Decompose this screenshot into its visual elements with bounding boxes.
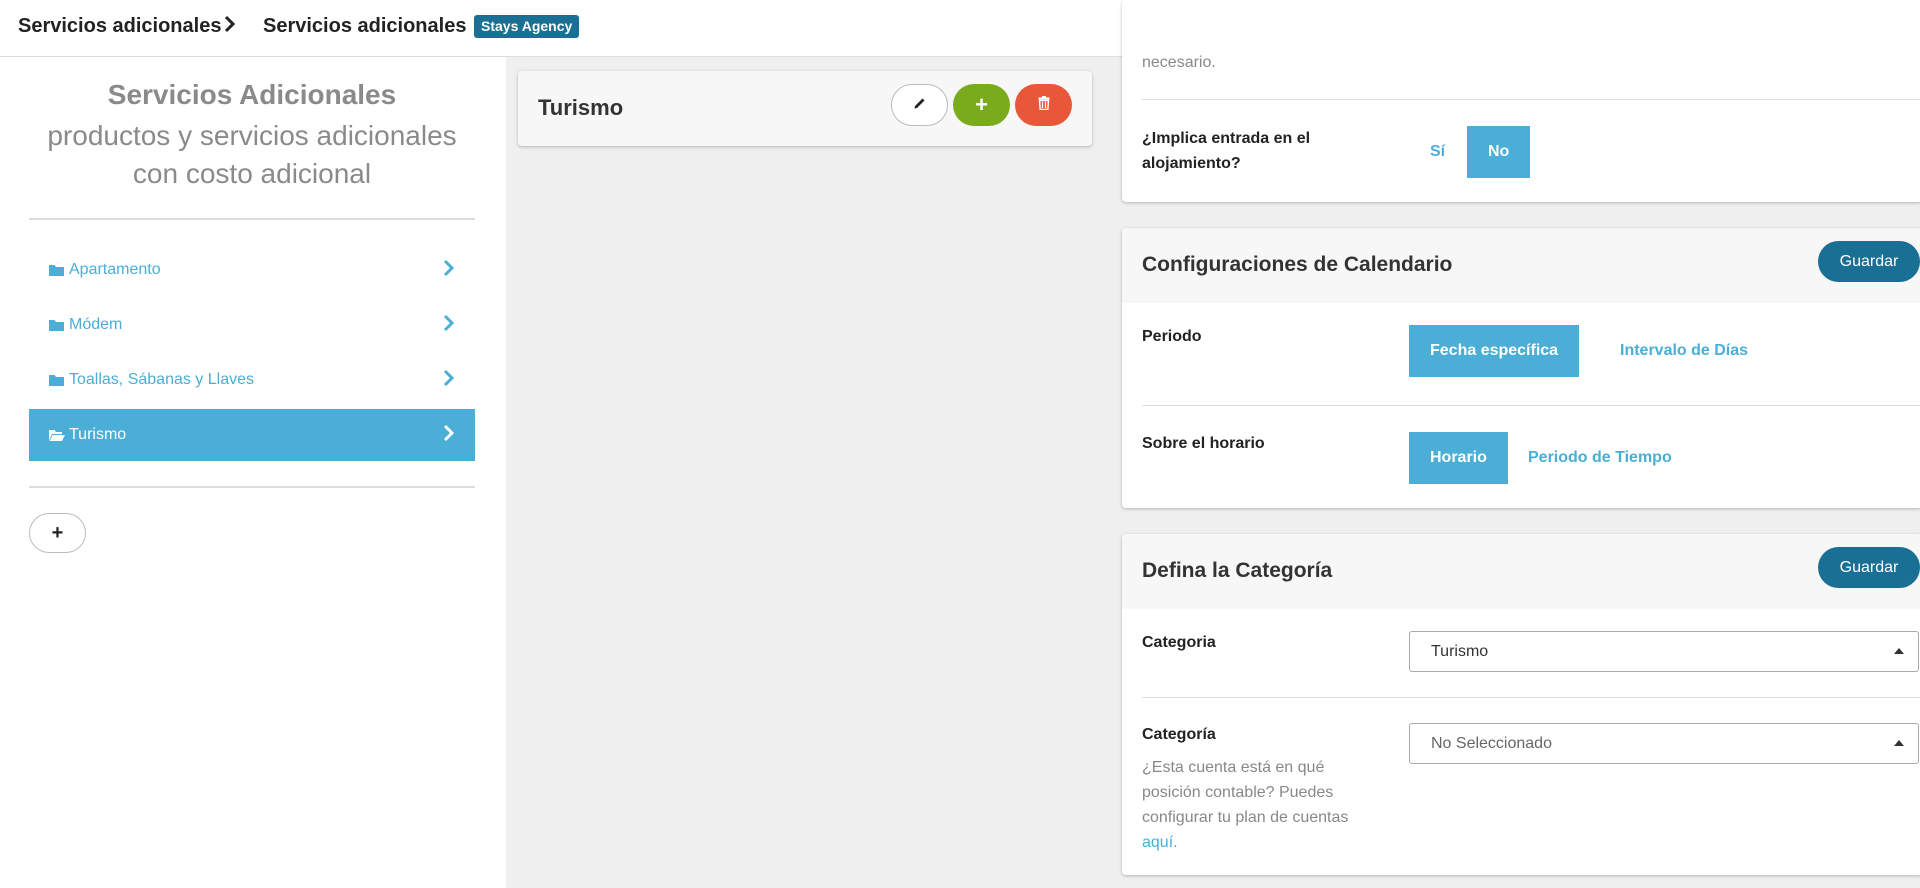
breadcrumb-item-1[interactable]: Servicios adicionales [18,15,221,38]
accounting-category-select[interactable]: No Seleccionado [1409,723,1919,764]
chevron-right-icon [443,259,455,282]
breadcrumb-separator-icon [224,15,236,39]
entry-option-no[interactable]: No [1467,126,1531,178]
selected-category-card: Turismo + [518,71,1092,146]
folder-icon [49,319,65,331]
accounting-help-body: ¿Esta cuenta está en qué posición contab… [1142,759,1349,826]
sidebar-divider [29,218,475,220]
entry-option-yes[interactable]: Sí [1409,126,1466,178]
card-header: Defina la Categoría Guardar [1122,534,1920,609]
agency-badge: Stays Agency [474,15,580,38]
plus-icon: + [975,92,988,117]
category-select[interactable]: Turismo [1409,631,1919,672]
card-title: Configuraciones de Calendario [1142,253,1453,276]
category-select-value: Turismo [1431,642,1489,660]
entry-help-fragment: necesario. [1142,54,1216,71]
save-calendar-button[interactable]: Guardar [1818,241,1920,282]
card-header: Configuraciones de Calendario Guardar [1122,228,1920,303]
row-divider [1142,99,1920,100]
accounting-select-value: No Seleccionado [1431,734,1552,752]
sidebar-item-modem[interactable]: Módem [29,299,475,351]
folder-icon [49,374,65,386]
chevron-right-icon [443,314,455,337]
selected-category-title: Turismo [538,95,624,120]
period-label: Periodo [1142,328,1202,345]
sidebar-item-turismo[interactable]: Turismo [29,409,475,461]
accounting-help-text: ¿Esta cuenta está en qué posición contab… [1142,755,1382,855]
entry-settings-card: necesario. ¿Implica entrada en el alojam… [1122,0,1920,202]
entry-question-label: ¿Implica entrada en el alojamiento? [1142,130,1311,172]
sidebar-item-label: Turismo [69,426,127,443]
categories-sidebar: Servicios Adicionales productos y servic… [0,57,506,888]
period-option-specific-date[interactable]: Fecha específica [1409,325,1580,377]
schedule-label: Sobre el horario [1142,435,1265,452]
sidebar-item-toallas[interactable]: Toallas, Sábanas y Llaves [29,354,475,406]
schedule-option-horario[interactable]: Horario [1409,432,1508,484]
trash-icon [1038,95,1050,115]
sidebar-item-label: Apartamento [69,261,161,278]
caret-up-icon [1894,740,1904,746]
category-definition-card: Defina la Categoría Guardar Categoria Tu… [1122,534,1920,875]
edit-category-button[interactable] [891,84,948,126]
row-divider [1142,697,1920,698]
caret-up-icon [1894,648,1904,654]
pencil-icon [913,96,927,115]
accounting-help-end: . [1173,834,1178,851]
save-category-button[interactable]: Guardar [1818,547,1920,588]
accounting-category-label: Categoría [1142,726,1216,743]
sidebar-item-label: Módem [69,316,123,333]
plus-icon: + [51,521,64,544]
breadcrumb-item-2[interactable]: Servicios adicionales [263,15,466,38]
sidebar-divider [29,486,475,488]
category-label: Categoria [1142,634,1216,651]
chevron-right-icon [443,424,455,447]
sidebar-subtitle: productos y servicios adicionales con co… [47,120,457,189]
add-service-button[interactable]: + [953,84,1010,126]
folder-open-icon [49,429,65,441]
calendar-config-card: Configuraciones de Calendario Guardar Pe… [1122,228,1920,508]
sidebar-title: Servicios Adicionales [107,79,397,110]
sidebar-item-apartamento[interactable]: Apartamento [29,244,475,296]
chevron-right-icon [443,369,455,392]
sidebar-item-label: Toallas, Sábanas y Llaves [69,371,254,388]
delete-category-button[interactable] [1015,84,1072,126]
schedule-option-time-period[interactable]: Periodo de Tiempo [1507,432,1693,484]
folder-icon [49,264,65,276]
add-category-button[interactable]: + [29,513,86,553]
card-title: Defina la Categoría [1142,559,1333,582]
chart-of-accounts-link[interactable]: aquí [1142,834,1173,851]
period-option-day-interval[interactable]: Intervalo de Días [1599,325,1769,377]
row-divider [1142,405,1920,406]
